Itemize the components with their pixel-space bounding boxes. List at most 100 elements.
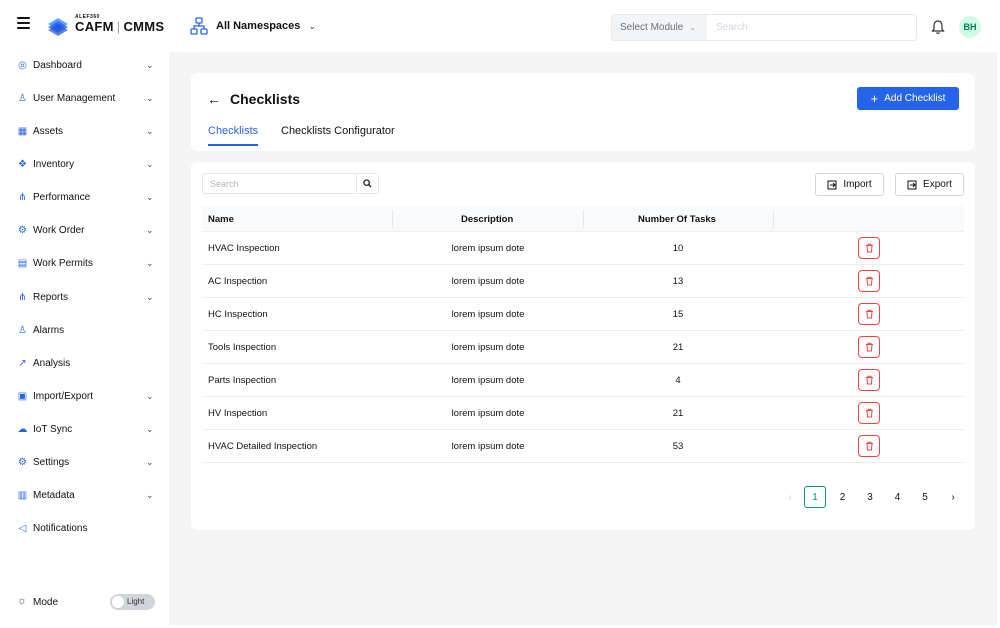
logo-product: CMMS bbox=[123, 19, 165, 34]
global-search: Select Module ⌄ bbox=[611, 14, 917, 41]
trash-icon bbox=[865, 276, 873, 286]
tab-checklists[interactable]: Checklists bbox=[208, 125, 259, 146]
sidebar-item-metadata[interactable]: ▥ Metadata ⌄ bbox=[0, 482, 169, 508]
dashboard-icon: ◎ bbox=[18, 59, 27, 71]
pagination-next[interactable]: › bbox=[942, 486, 964, 508]
pagination-page-3[interactable]: 3 bbox=[859, 486, 881, 508]
cell-tasks: 15 bbox=[672, 309, 684, 320]
pagination-page-4[interactable]: 4 bbox=[887, 486, 909, 508]
gear-icon: ⚙ bbox=[18, 456, 27, 468]
cell-tasks: 21 bbox=[672, 342, 684, 353]
bell-icon[interactable] bbox=[931, 19, 945, 35]
table-row: HV Inspection lorem ipsum dote 21 bbox=[202, 397, 964, 430]
chevron-down-icon: ⌄ bbox=[308, 20, 316, 31]
cell-name: HVAC Detailed Inspection bbox=[208, 441, 318, 452]
chevron-down-icon: ⌄ bbox=[146, 158, 154, 169]
boxes-icon: ❖ bbox=[18, 158, 27, 170]
network-icon: ⋔ bbox=[18, 191, 27, 203]
delete-button[interactable] bbox=[858, 237, 880, 259]
sidebar-item-assets[interactable]: ▦ Assets ⌄ bbox=[0, 118, 169, 144]
sidebar-item-notifications[interactable]: ◁ Notifications bbox=[0, 515, 169, 541]
menu-icon[interactable] bbox=[17, 17, 30, 29]
sidebar-item-label: Import/Export bbox=[33, 390, 94, 402]
column-divider bbox=[773, 210, 774, 228]
chevron-down-icon: ⌄ bbox=[146, 59, 154, 70]
delete-button[interactable] bbox=[858, 270, 880, 292]
import-button[interactable]: Import bbox=[815, 173, 884, 196]
user-avatar[interactable]: BH bbox=[959, 16, 981, 38]
sidebar-item-label: Work Permits bbox=[33, 257, 93, 269]
checklist-table: Name Description Number Of Tasks HVAC In… bbox=[202, 206, 964, 463]
import-icon bbox=[827, 180, 837, 189]
page-header-card: ← Checklists + Add Checklist Checklists … bbox=[191, 73, 975, 151]
sidebar-item-dashboard[interactable]: ◎ Dashboard ⌄ bbox=[0, 52, 169, 78]
add-checklist-button[interactable]: + Add Checklist bbox=[857, 87, 959, 110]
export-button[interactable]: Export bbox=[895, 173, 964, 196]
cell-description: lorem ipsum dote bbox=[451, 342, 525, 353]
delete-button[interactable] bbox=[858, 435, 880, 457]
sidebar-item-analysis[interactable]: ↗ Analysis bbox=[0, 350, 169, 376]
sidebar-item-import-export[interactable]: ▣ Import/Export ⌄ bbox=[0, 383, 169, 409]
alarm-icon: ♙ bbox=[18, 324, 27, 336]
sidebar-item-label: Analysis bbox=[33, 357, 71, 369]
column-divider bbox=[583, 210, 584, 228]
chevron-down-icon: ⌄ bbox=[146, 224, 154, 235]
chevron-down-icon: ⌄ bbox=[146, 423, 154, 434]
table-row: HVAC Detailed Inspection lorem ipsum dote… bbox=[202, 430, 964, 463]
sidebar-item-label: Notifications bbox=[33, 522, 88, 534]
pagination-page-5[interactable]: 5 bbox=[914, 486, 936, 508]
sidebar-item-settings[interactable]: ⚙ Settings ⌄ bbox=[0, 449, 169, 475]
cell-tasks: 13 bbox=[672, 276, 684, 287]
table-body: HVAC Inspection lorem ipsum dote 10 AC Insp… bbox=[202, 232, 964, 463]
cell-tasks: 4 bbox=[675, 375, 681, 386]
add-checklist-label: Add Checklist bbox=[884, 93, 946, 104]
pagination-prev[interactable]: ‹ bbox=[779, 486, 801, 508]
pagination-page-2[interactable]: 2 bbox=[832, 486, 854, 508]
trash-icon bbox=[865, 342, 873, 352]
sidebar-item-label: Performance bbox=[33, 191, 91, 203]
delete-button[interactable] bbox=[858, 303, 880, 325]
table-row: Tools Inspection lorem ipsum dote 21 bbox=[202, 331, 964, 364]
mode-toggle[interactable]: Light bbox=[110, 594, 155, 610]
global-search-input[interactable] bbox=[707, 15, 916, 40]
delete-button[interactable] bbox=[858, 402, 880, 424]
cell-description: lorem ipsum dote bbox=[451, 408, 525, 419]
search-button[interactable] bbox=[356, 174, 378, 193]
namespace-selector[interactable]: All Namespaces ⌄ bbox=[190, 17, 316, 35]
trash-icon bbox=[865, 441, 873, 451]
sidebar-item-alarms[interactable]: ♙ Alarms bbox=[0, 317, 169, 343]
column-header-name: Name bbox=[208, 214, 234, 225]
chevron-down-icon: ⌄ bbox=[146, 257, 154, 268]
export-icon bbox=[907, 180, 917, 189]
module-select[interactable]: Select Module ⌄ bbox=[612, 15, 707, 40]
sidebar-item-iot-sync[interactable]: ☁ IoT Sync ⌄ bbox=[0, 416, 169, 442]
cell-description: lorem ipsum dote bbox=[451, 276, 525, 287]
checklist-table-card: Import Export Name Description Number Of… bbox=[191, 162, 975, 530]
mode-toggle-row: ☼ Mode Light bbox=[0, 589, 169, 615]
sidebar-item-work-order[interactable]: ⚙ Work Order ⌄ bbox=[0, 217, 169, 243]
tab-checklists-configurator[interactable]: Checklists Configurator bbox=[281, 125, 395, 144]
sidebar-item-user-management[interactable]: ♙ User Management ⌄ bbox=[0, 85, 169, 111]
sidebar-item-label: IoT Sync bbox=[33, 423, 73, 435]
sidebar-item-reports[interactable]: ⋔ Reports ⌄ bbox=[0, 284, 169, 310]
back-arrow-icon[interactable]: ← bbox=[207, 91, 221, 107]
delete-button[interactable] bbox=[858, 336, 880, 358]
pagination-page-1[interactable]: 1 bbox=[804, 486, 826, 508]
cell-name: HC Inspection bbox=[208, 309, 268, 320]
main-content: ← Checklists + Add Checklist Checklists … bbox=[169, 52, 997, 625]
delete-button[interactable] bbox=[858, 369, 880, 391]
cell-description: lorem ipsum dote bbox=[451, 243, 525, 254]
table-search bbox=[202, 173, 379, 194]
namespace-label: All Namespaces bbox=[216, 20, 301, 32]
cell-name: Parts Inspection bbox=[208, 375, 277, 386]
chevron-down-icon: ⌄ bbox=[146, 92, 154, 103]
sidebar-item-work-permits[interactable]: ▤ Work Permits ⌄ bbox=[0, 250, 169, 276]
table-search-input[interactable] bbox=[203, 174, 357, 193]
sidebar-item-inventory[interactable]: ❖ Inventory ⌄ bbox=[0, 151, 169, 177]
cell-tasks: 10 bbox=[672, 243, 684, 254]
import-label: Import bbox=[843, 179, 872, 190]
sun-icon: ☼ bbox=[17, 595, 28, 607]
sidebar-item-performance[interactable]: ⋔ Performance ⌄ bbox=[0, 184, 169, 210]
chevron-down-icon: ⌄ bbox=[146, 456, 154, 467]
table-row: HVAC Inspection lorem ipsum dote 10 bbox=[202, 232, 964, 265]
